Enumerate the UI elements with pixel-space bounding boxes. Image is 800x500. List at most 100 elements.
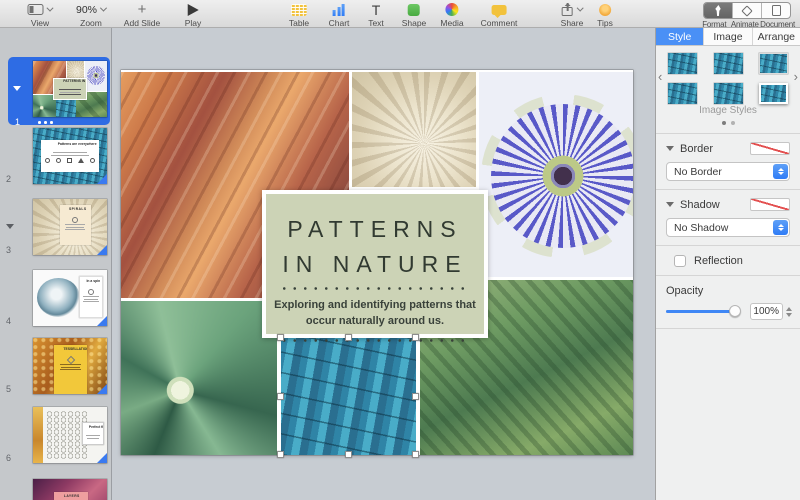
slide-thumbnail-5[interactable]: 5 TESSELLATIONS bbox=[0, 338, 112, 394]
slide-subtitle-line2: occur naturally around us. bbox=[266, 314, 484, 330]
document-button[interactable] bbox=[762, 3, 790, 18]
image-style-option-1[interactable] bbox=[668, 53, 697, 74]
comment-button[interactable]: Comment bbox=[481, 2, 518, 28]
slide-thumbnail-7[interactable]: LAYERS bbox=[0, 479, 112, 500]
tab-style[interactable]: Style bbox=[656, 28, 704, 45]
slide-5-preview[interactable]: TESSELLATIONS bbox=[33, 338, 107, 394]
view-button[interactable]: View bbox=[28, 2, 53, 28]
tab-arrange[interactable]: Arrange bbox=[753, 28, 800, 45]
text-label: Text bbox=[368, 18, 384, 28]
image-style-option-6[interactable] bbox=[759, 83, 788, 104]
share-label: Share bbox=[561, 18, 584, 28]
slide-thumbnail-6[interactable]: 6 Perfect fit bbox=[0, 407, 112, 463]
selection-handle[interactable] bbox=[277, 451, 284, 458]
thumb5-title: TESSELLATIONS bbox=[64, 347, 78, 351]
shape-label: Shape bbox=[402, 18, 427, 28]
opacity-stepper-icon[interactable] bbox=[786, 307, 792, 317]
border-style-dropdown[interactable]: No Border bbox=[666, 162, 790, 181]
slide-7-preview[interactable]: LAYERS bbox=[33, 479, 107, 500]
tips-button[interactable]: Tips bbox=[597, 2, 613, 28]
border-disclosure-icon[interactable] bbox=[666, 146, 674, 151]
comment-label: Comment bbox=[481, 18, 518, 28]
play-button[interactable]: Play bbox=[185, 2, 202, 28]
carousel-next-icon[interactable]: › bbox=[794, 72, 798, 82]
slide-thumbnail-4[interactable]: 4 In a spin bbox=[0, 270, 112, 326]
slide-number: 6 bbox=[6, 453, 11, 463]
tab-image[interactable]: Image bbox=[704, 28, 752, 45]
share-icon bbox=[562, 3, 574, 16]
tips-label: Tips bbox=[597, 18, 613, 28]
selection-handle[interactable] bbox=[345, 451, 352, 458]
thumb1-title: PATTERNS IN NATURE bbox=[63, 79, 76, 83]
slide-6-preview[interactable]: Perfect fit bbox=[33, 407, 107, 463]
chevron-down-icon bbox=[100, 5, 107, 12]
opacity-value-field[interactable]: 100% bbox=[750, 303, 783, 320]
dotted-divider bbox=[279, 287, 471, 290]
slide-thumbnail-3[interactable]: 3 SPIRALS bbox=[0, 199, 112, 255]
image-style-option-4[interactable] bbox=[668, 83, 697, 104]
format-brush-icon bbox=[714, 5, 723, 16]
blue-feather-image-selected[interactable] bbox=[281, 338, 416, 455]
group-disclosure-icon[interactable] bbox=[6, 224, 14, 229]
image-style-option-5[interactable] bbox=[714, 83, 743, 104]
shadow-color-well[interactable] bbox=[750, 198, 790, 211]
text-button[interactable]: T Text bbox=[368, 2, 384, 28]
selection-handle[interactable] bbox=[412, 334, 419, 341]
selection-handle[interactable] bbox=[412, 393, 419, 400]
thumb3-title: SPIRALS bbox=[69, 207, 82, 211]
opacity-slider[interactable] bbox=[666, 310, 740, 313]
selection-handle[interactable] bbox=[345, 334, 352, 341]
shadow-disclosure-icon[interactable] bbox=[666, 202, 674, 207]
share-button[interactable]: Share bbox=[561, 2, 584, 28]
selection-handle[interactable] bbox=[412, 451, 419, 458]
play-label: Play bbox=[185, 18, 202, 28]
group-disclosure-icon[interactable] bbox=[13, 86, 21, 91]
format-button[interactable] bbox=[704, 3, 733, 18]
slide-canvas[interactable]: PATTERNS IN NATURE Exploring and identif… bbox=[112, 28, 655, 500]
table-button[interactable]: Table bbox=[289, 2, 309, 28]
opacity-slider-knob[interactable] bbox=[729, 305, 741, 317]
format-label: Format bbox=[699, 20, 730, 29]
animate-diamond-icon bbox=[741, 5, 752, 16]
slide-thumbnail-2[interactable]: 2 Patterns are everywhere bbox=[0, 128, 112, 184]
media-button[interactable]: Media bbox=[440, 2, 463, 28]
reflection-label: Reflection bbox=[694, 255, 743, 267]
format-inspector: Style Image Arrange ‹ › Image Styles Bor… bbox=[655, 28, 800, 500]
carousel-prev-icon[interactable]: ‹ bbox=[658, 72, 662, 82]
shadow-style-dropdown[interactable]: No Shadow bbox=[666, 218, 790, 237]
agave-image[interactable] bbox=[121, 301, 277, 455]
slide-4-preview[interactable]: In a spin bbox=[33, 270, 107, 326]
ammonite-shell-image[interactable] bbox=[352, 72, 476, 187]
shape-button[interactable]: Shape bbox=[402, 2, 427, 28]
nautilus-image bbox=[37, 278, 80, 317]
animate-button[interactable] bbox=[733, 3, 762, 18]
title-card[interactable]: PATTERNS IN NATURE Exploring and identif… bbox=[262, 190, 488, 338]
image-style-option-2[interactable] bbox=[714, 53, 743, 74]
selection-handle[interactable] bbox=[277, 393, 284, 400]
chart-label: Chart bbox=[329, 18, 350, 28]
dropdown-stepper-icon bbox=[773, 220, 788, 235]
play-icon bbox=[187, 4, 198, 16]
image-style-option-3[interactable] bbox=[759, 53, 788, 74]
divider bbox=[656, 328, 800, 329]
passion-flower-image[interactable] bbox=[479, 72, 633, 277]
transition-indicator-icon bbox=[97, 384, 107, 394]
chart-button[interactable]: Chart bbox=[329, 2, 350, 28]
opacity-label: Opacity bbox=[656, 276, 800, 297]
zoom-label: Zoom bbox=[80, 18, 102, 28]
inspector-segmented-control: Format Animate Document bbox=[699, 2, 795, 29]
selection-handle[interactable] bbox=[277, 334, 284, 341]
slide-2-preview[interactable]: Patterns are everywhere bbox=[33, 128, 107, 184]
slide-3-preview[interactable]: SPIRALS bbox=[33, 199, 107, 255]
zoom-button[interactable]: 90% Zoom bbox=[76, 2, 106, 28]
border-color-well[interactable] bbox=[750, 142, 790, 155]
shape-icon bbox=[408, 4, 420, 16]
carousel-page-dots[interactable] bbox=[656, 121, 800, 125]
slide-1-preview[interactable]: PATTERNS IN NATURE bbox=[33, 61, 107, 117]
chevron-down-icon bbox=[46, 5, 53, 12]
flower-bloom bbox=[491, 104, 633, 248]
reflection-checkbox[interactable] bbox=[674, 255, 686, 267]
add-slide-button[interactable]: + Add Slide bbox=[124, 2, 160, 28]
current-slide[interactable]: PATTERNS IN NATURE Exploring and identif… bbox=[121, 70, 633, 455]
slide-thumbnail-1[interactable]: 1 PATTERNS IN NATURE bbox=[0, 61, 112, 117]
